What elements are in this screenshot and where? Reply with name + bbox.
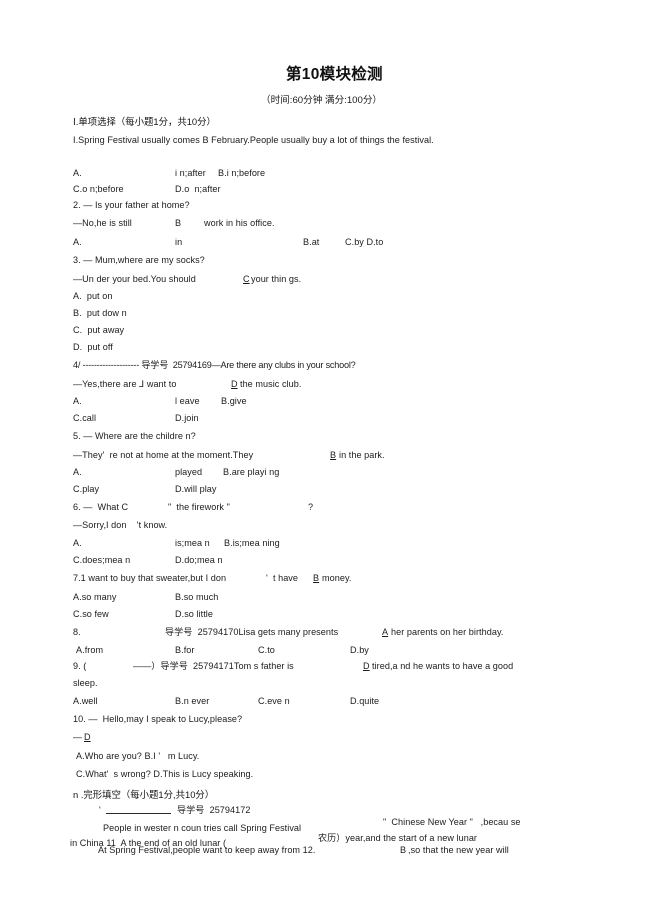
question-7-option-d: D.so little	[175, 609, 213, 619]
question-1-option-b: B.i n;before	[218, 168, 266, 178]
cloze-line-1-right: " Chinese New Year " ,becau se	[383, 817, 521, 827]
cloze-blank-rule	[106, 813, 171, 814]
question-10-option-line-1: A.Who are you? B.I ' m Lucy.	[76, 751, 200, 761]
question-6-option-a-value: is;mea n	[175, 538, 210, 548]
question-3-reply-left: —Un der your bed.You should	[73, 274, 196, 284]
question-4-lead: 4/ -------------------- 导学号 25794169—Are…	[73, 360, 356, 370]
question-4-option-b: B.give	[221, 396, 247, 406]
question-4-option-d: D.join	[175, 413, 199, 423]
cloze-line-3-left: At Spring Festival,people want to keep a…	[98, 845, 316, 855]
question-8-reference: 导学号 25794170Lisa gets many presents	[165, 627, 339, 637]
question-2-option-a-value: in	[175, 237, 183, 247]
question-10-option-line-2: C.What' s wrong? D.This is Lucy speaking…	[76, 769, 254, 779]
cloze-line-3-answer-mark: B	[400, 845, 407, 855]
question-3-answer-mark: C	[243, 274, 250, 284]
question-6-option-d: D.do;mea n	[175, 555, 223, 565]
exam-subtitle: （时间:60分钟 满分:100分）	[261, 95, 383, 106]
exam-document-page: 第10模块检测 （时间:60分钟 满分:100分） Ⅰ.单项选择（每小题1分，共…	[0, 0, 649, 920]
question-10-reply-dash: —	[73, 732, 83, 742]
question-7-option-a: A.so many	[73, 592, 117, 602]
question-2-stem: 2. — Is your father at home?	[73, 200, 190, 210]
question-9-stem-right: tired,a nd he wants to have a good	[372, 661, 514, 671]
question-6-option-a-label: A.	[73, 538, 82, 548]
question-3-reply-right: your thin gs.	[251, 274, 302, 284]
question-1-option-d: D.o n;after	[175, 184, 221, 194]
question-7-stem-left: 7.1 want to buy that sweater,but I don	[73, 573, 227, 583]
question-9-stem-wrap: sleep.	[73, 678, 98, 688]
cloze-line-3-right: ,so that the new year will	[408, 845, 509, 855]
question-2-option-a-label: A.	[73, 237, 82, 247]
question-9-option-d: D.quite	[350, 696, 380, 706]
question-1-stem: I.Spring Festival usually comes B Februa…	[73, 135, 434, 145]
question-6-stem-left: 6. — What C	[73, 502, 129, 512]
question-4-reply-right: the music club.	[240, 379, 302, 389]
question-6-stem-right: ?	[308, 502, 314, 512]
question-9-lead: 9. (	[73, 661, 87, 671]
question-9-option-c: C.eve n	[258, 696, 290, 706]
question-8-option-d: D.by	[350, 645, 369, 655]
question-6-option-b: B.is;mea ning	[224, 538, 280, 548]
question-7-stem-mid: ' t have	[266, 573, 299, 583]
question-1-option-c: C.o n;before	[73, 184, 124, 194]
question-8-number: 8.	[73, 627, 81, 637]
question-8-option-a: A.from	[76, 645, 104, 655]
question-5-answer-mark: B	[330, 450, 337, 460]
question-5-reply-right: in the park.	[339, 450, 385, 460]
question-8-answer-mark: A	[382, 627, 389, 637]
cloze-line-2-mid: 农历）year,and the start of a new lunar	[318, 833, 477, 843]
question-2-answer-mark: B	[175, 218, 182, 228]
question-2-reply-left: —No,he is still	[73, 218, 132, 228]
question-9-answer-mark: D	[363, 661, 370, 671]
question-7-option-b: B.so much	[175, 592, 219, 602]
question-5-option-b: B.are playi ng	[223, 467, 280, 477]
question-10-answer-mark: D	[84, 732, 91, 742]
question-1-option-a-value: i n;after	[175, 168, 206, 178]
question-9-option-a: A.well	[73, 696, 98, 706]
question-10-stem: 10. — Hello,may I speak to Lucy,please?	[73, 714, 243, 724]
section-one-heading: Ⅰ.单项选择（每小题1分，共10分）	[73, 116, 216, 127]
question-3-option-c: C. put away	[73, 325, 125, 335]
question-5-reply-left: —They' re not at home at the moment.They	[73, 450, 254, 460]
cloze-reference: 导学号 25794172	[177, 805, 251, 815]
question-5-option-a-label: A.	[73, 467, 82, 477]
section-two-heading: n .完形填空（每小题1分,共10分）	[73, 789, 215, 800]
question-7-answer-mark: B	[313, 573, 320, 583]
question-9-option-b: B.n ever	[175, 696, 210, 706]
question-2-option-cd: C.by D.to	[345, 237, 384, 247]
question-3-option-d: D. put off	[73, 342, 113, 352]
question-5-stem: 5. — Where are the childre n?	[73, 431, 196, 441]
question-9-reference: ——）导学号 25794171Tom s father is	[133, 661, 294, 671]
question-6-option-c: C.does;mea n	[73, 555, 131, 565]
question-5-option-d: D.will play	[175, 484, 217, 494]
question-7-option-c: C.so few	[73, 609, 109, 619]
question-2-reply-right: work in his office.	[204, 218, 275, 228]
question-6-stem-mid: " the firework "	[168, 502, 230, 512]
question-2-option-b: B.at	[303, 237, 320, 247]
cloze-reference-prefix: '	[99, 805, 101, 815]
question-3-option-b: B. put dow n	[73, 308, 127, 318]
question-8-option-b: B.for	[175, 645, 195, 655]
question-1-option-a-label: A.	[73, 168, 82, 178]
question-4-option-c: C.call	[73, 413, 97, 423]
question-5-option-c: C.play	[73, 484, 100, 494]
question-8-option-c: C.to	[258, 645, 275, 655]
question-7-stem-right: money.	[322, 573, 352, 583]
question-4-answer-mark: D	[231, 379, 238, 389]
question-5-option-a-value: played	[175, 467, 203, 477]
question-3-option-a: A. put on	[73, 291, 113, 301]
question-4-option-a-value: l eave	[175, 396, 200, 406]
page-title: 第10模块检测	[286, 66, 383, 83]
question-3-stem: 3. — Mum,where are my socks?	[73, 255, 205, 265]
question-4-reply-left: —Yes,there are ⅃ want to	[73, 379, 177, 389]
question-8-stem-right: her parents on her birthday.	[391, 627, 504, 637]
question-4-option-a-label: A.	[73, 396, 82, 406]
cloze-line-1-left: People in wester n coun tries call Sprin…	[103, 823, 302, 833]
question-6-reply: —Sorry,I don 't know.	[73, 520, 168, 530]
